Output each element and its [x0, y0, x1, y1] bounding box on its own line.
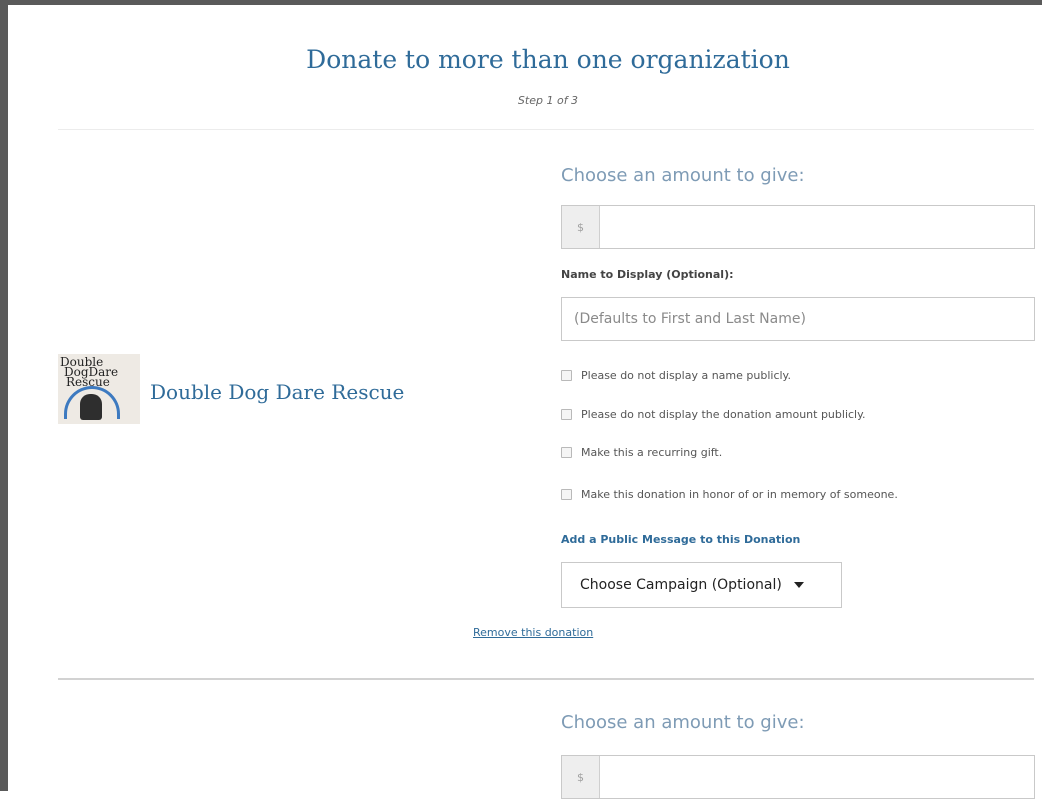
organization: Double DogDare Rescue Double Dog Dare Re… [58, 354, 404, 424]
hide-name-option[interactable]: Please do not display a name publicly. [561, 369, 791, 382]
caret-down-icon [793, 582, 804, 588]
logo-dog-shape [80, 394, 102, 420]
page-title: Donate to more than one organization [306, 45, 790, 74]
honor-memory-checkbox[interactable] [561, 489, 572, 500]
choose-amount-heading: Choose an amount to give: [561, 165, 805, 186]
checkbox-label: Please do not display the donation amoun… [581, 408, 866, 421]
donation-divider [58, 678, 1034, 680]
hide-name-checkbox[interactable] [561, 370, 572, 381]
display-name-label: Name to Display (Optional): [561, 268, 734, 281]
remove-donation-link[interactable]: Remove this donation [473, 626, 593, 639]
organization-name: Double Dog Dare Rescue [150, 380, 405, 404]
checkbox-label: Make this donation in honor of or in mem… [581, 488, 898, 501]
currency-symbol: $ [562, 206, 600, 248]
divider [58, 129, 1034, 130]
campaign-select[interactable]: Choose Campaign (Optional) [561, 562, 842, 608]
amount-field: $ [561, 755, 1035, 799]
checkbox-label: Please do not display a name publicly. [581, 369, 791, 382]
currency-symbol: $ [562, 756, 600, 798]
honor-memory-option[interactable]: Make this donation in honor of or in mem… [561, 488, 898, 501]
hide-amount-option[interactable]: Please do not display the donation amoun… [561, 408, 866, 421]
hide-amount-checkbox[interactable] [561, 409, 572, 420]
organization-logo: Double DogDare Rescue [58, 354, 140, 424]
add-public-message-link[interactable]: Add a Public Message to this Donation [561, 533, 800, 546]
amount-input[interactable] [600, 206, 1034, 248]
recurring-gift-option[interactable]: Make this a recurring gift. [561, 446, 722, 459]
amount-field: $ [561, 205, 1035, 249]
choose-amount-heading: Choose an amount to give: [561, 712, 805, 733]
recurring-gift-checkbox[interactable] [561, 447, 572, 458]
campaign-select-value: Choose Campaign (Optional) [580, 577, 782, 593]
page-frame: Donate to more than one organization Ste… [0, 0, 1042, 799]
checkbox-label: Make this a recurring gift. [581, 446, 723, 459]
step-indicator: Step 1 of 3 [517, 94, 579, 107]
display-name-input[interactable] [561, 297, 1035, 341]
amount-input[interactable] [600, 756, 1034, 798]
